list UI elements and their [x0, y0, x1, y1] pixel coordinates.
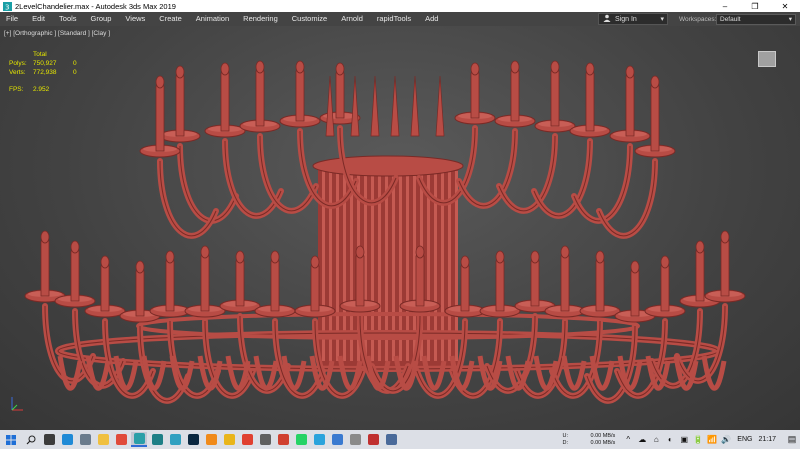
menu-edit[interactable]: Edit: [25, 12, 52, 26]
fps-value: 2.952: [33, 86, 50, 93]
language-indicator[interactable]: ENG: [737, 436, 752, 443]
battery-icon[interactable]: 🔋: [692, 435, 704, 444]
edge-icon[interactable]: [59, 432, 75, 447]
app-p-icon[interactable]: [239, 432, 255, 447]
menu-customize[interactable]: Customize: [285, 12, 334, 26]
wifi-icon[interactable]: 📶: [706, 435, 718, 444]
person-icon: [602, 14, 612, 24]
menu-rendering[interactable]: Rendering: [236, 12, 285, 26]
menu-tools[interactable]: Tools: [52, 12, 84, 26]
stats-header: Total: [33, 51, 47, 58]
3dsmax-icon[interactable]: [131, 432, 147, 447]
axis-tripod-icon: [11, 397, 23, 411]
notifications-icon[interactable]: ▤: [784, 434, 800, 445]
cloud-icon[interactable]: ☁: [636, 435, 648, 444]
3dsmax-icon-2[interactable]: [149, 432, 165, 447]
marvelous-icon[interactable]: [221, 432, 237, 447]
chrome-tray-icon[interactable]: ◐: [664, 435, 676, 444]
chandelier-model: [24, 60, 746, 404]
search-icon[interactable]: [23, 432, 39, 447]
window-title: 2LevelChandelier.max - Autodesk 3ds Max …: [15, 1, 176, 11]
polys-selected: 0: [73, 60, 77, 67]
sign-in-button[interactable]: Sign In ▾: [598, 13, 668, 25]
viewport[interactable]: [+] [Orthographic ] [Standard ] [Clay ] …: [0, 26, 800, 430]
verts-selected: 0: [73, 69, 77, 76]
photoshop-icon[interactable]: [185, 432, 201, 447]
chevron-down-icon: ▾: [660, 16, 664, 23]
chevron-down-icon: ▾: [788, 16, 792, 23]
download-label: D:: [562, 439, 569, 446]
notepad-icon[interactable]: [77, 432, 93, 447]
viewcube[interactable]: [758, 51, 776, 67]
app-camera-icon[interactable]: [257, 432, 273, 447]
fps-label: FPS:: [9, 86, 24, 93]
minimize-button[interactable]: –: [710, 0, 740, 12]
app-blue-icon[interactable]: [329, 432, 345, 447]
whatsapp-icon[interactable]: [293, 432, 309, 447]
system-tray: U: 0.00 MB/s D: 0.00 MB/s ^ ☁ ⌂ ◐ ▣ 🔋 📶 🔊 …: [563, 430, 800, 449]
download-value: 0.00 MB/s: [590, 439, 616, 446]
menu-arnold[interactable]: Arnold: [334, 12, 370, 26]
menu-animation[interactable]: Animation: [189, 12, 236, 26]
app-window-icon[interactable]: [383, 432, 399, 447]
folder-icon[interactable]: [95, 432, 111, 447]
polys-total: 750,927: [33, 60, 57, 67]
verts-total: 772,938: [33, 69, 57, 76]
illustrator-icon[interactable]: [203, 432, 219, 447]
app-grey-icon[interactable]: [347, 432, 363, 447]
network-speed: U: 0.00 MB/s D: 0.00 MB/s: [563, 433, 616, 447]
task-view-icon[interactable]: [41, 432, 57, 447]
title-bar: 3 2LevelChandelier.max - Autodesk 3ds Ma…: [0, 0, 800, 12]
3dsmax-app-icon[interactable]: 3: [2, 1, 12, 11]
viewport-label[interactable]: [+] [Orthographic ] [Standard ] [Clay ]: [4, 30, 110, 37]
display-icon[interactable]: ▣: [678, 435, 690, 444]
menu-group[interactable]: Group: [84, 12, 119, 26]
menu-file[interactable]: File: [0, 12, 25, 26]
app-red-icon[interactable]: [365, 432, 381, 447]
statistics-overlay: Total Polys: 750,927 0 Verts: 772,938 0 FPS:…: [9, 50, 77, 94]
menu-rapidtools[interactable]: rapidTools: [370, 12, 418, 26]
workspace-value: Default: [720, 16, 741, 23]
chrome-2-icon[interactable]: [275, 432, 291, 447]
workspace-select[interactable]: Default ▾: [716, 14, 796, 25]
upload-value: 0.00 MB/s: [590, 432, 616, 439]
start-button[interactable]: [1, 432, 21, 447]
menu-views[interactable]: Views: [118, 12, 152, 26]
chrome-icon[interactable]: [113, 432, 129, 447]
polys-label: Polys:: [9, 60, 27, 67]
menu-add[interactable]: Add: [418, 12, 445, 26]
volume-icon[interactable]: 🔊: [720, 435, 732, 444]
upload-label: U:: [562, 432, 569, 439]
media-icon[interactable]: [167, 432, 183, 447]
sign-in-label: Sign In: [615, 15, 637, 23]
svg-text:3: 3: [5, 3, 9, 11]
show-hidden-icons-icon[interactable]: ^: [622, 435, 634, 444]
telegram-icon[interactable]: [311, 432, 327, 447]
menu-create[interactable]: Create: [152, 12, 189, 26]
maximize-button[interactable]: ❐: [740, 0, 770, 12]
home-icon[interactable]: ⌂: [650, 435, 662, 444]
verts-label: Verts:: [9, 69, 26, 76]
close-button[interactable]: ✕: [770, 0, 800, 12]
clock[interactable]: 21:17: [758, 436, 776, 443]
workspaces-label: Workspaces:: [679, 16, 717, 23]
